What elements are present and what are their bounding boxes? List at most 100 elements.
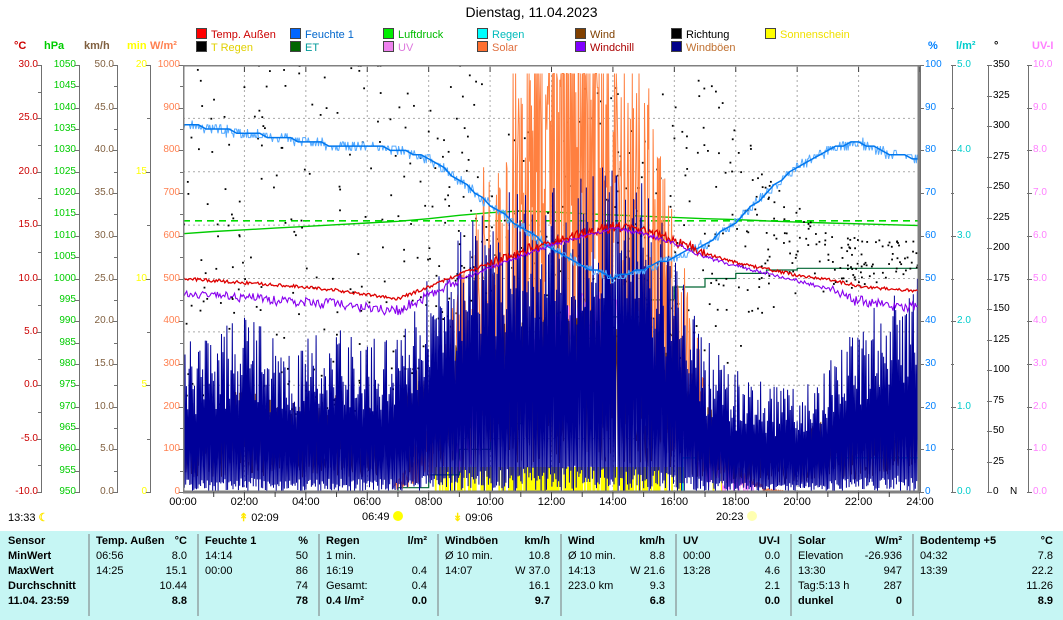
axis-tick [987,462,992,463]
axis-tick-label-hPa: 1040 [39,103,76,113]
axis-tick-label-wind: 30.0 [77,231,114,241]
axis-tick [113,407,118,408]
axis-tick [1027,364,1032,365]
axis-tick-label-hPa: 1035 [39,124,76,134]
astro-time-02-09: ↟02:09 [236,511,279,524]
axis-tick [75,343,80,344]
table-col-name: Wind [568,535,595,548]
axis-tick [987,126,992,127]
sunrise-icon [393,511,403,521]
table-cell-value: 287 [832,580,902,593]
axis-tick-label-hPa: 1020 [39,188,76,198]
table-cell-time: 14:14 [205,550,233,563]
table-cell-value: 4.6 [710,565,780,578]
x-axis-label: 04:00 [286,496,326,508]
axis-tick-label-uv: 7.0 [1033,188,1063,198]
table-cell-time: dunkel [798,595,833,608]
axis-header-uv: UV-I [1032,40,1053,52]
axis-tick-label-wind: 50.0 [77,60,114,70]
axis-tick-label-hPa: 1045 [39,81,76,91]
axis-tick-label-uv: 3.0 [1033,359,1063,369]
astro-time-label: 02:09 [251,512,279,524]
table-separator [197,534,199,616]
axis-tick [113,236,118,237]
axis-tick-label-uv: 8.0 [1033,145,1063,155]
axis-tick [987,65,992,66]
axis-tick [951,65,956,66]
axis-tick-label-dir: 300 [993,121,1027,131]
axis-tick-label-min: 10 [110,274,147,284]
axis-minor-tick [147,332,150,333]
axis-tick-label-dir: 50 [993,426,1027,436]
table-cell-time: 13:28 [683,565,711,578]
table-cell-value: 8.0 [117,550,187,563]
axis-minor-tick [951,279,954,280]
axis-minor-tick [38,92,41,93]
axis-tick-label-wind: 15.0 [77,359,114,369]
axis-minor-tick [114,343,117,344]
axis-tick-label-temp: 25.0 [1,113,38,123]
axis-tick-label-wind: 35.0 [77,188,114,198]
table-separator [912,534,914,616]
axis-tick-label-hPa: 965 [39,423,76,433]
table-col-unit: km/h [605,535,665,548]
axis-tick-label-dir: 175 [993,274,1027,284]
axis-tick [951,150,956,151]
table-col-name: Regen [326,535,360,548]
axis-tick [37,439,42,440]
axis-tick [987,96,992,97]
axis-tick-label-dir: 100 [993,365,1027,375]
x-axis-label: 16:00 [654,496,694,508]
table-row-label: MinWert [8,550,51,563]
axis-header-hum: % [928,40,938,52]
axis-tick [75,385,80,386]
table-separator [437,534,439,616]
axis-tick [1027,492,1032,493]
axis-tick [75,300,80,301]
axis-tick-label-temp: 20.0 [1,167,38,177]
axis-tick-label-dir: 350 [993,60,1027,70]
axis-tick [146,385,151,386]
x-axis-label: 06:00 [347,496,387,508]
table-cell-value: 9.7 [480,595,550,608]
axis-header-wind: km/h [84,40,110,52]
axis-tick-label-hPa: 975 [39,380,76,390]
table-col-unit: l/m² [367,535,427,548]
axis-tick-label-dir: 75 [993,396,1027,406]
axis-minor-tick [38,198,41,199]
axis-tick-label-rain: 1.0 [957,402,991,412]
axis-minor-tick [114,129,117,130]
axis-tick [987,157,992,158]
table-cell-value: W 21.6 [595,565,665,578]
astro-time-13-33: 13:33☾ [8,511,51,524]
axis-tick-label-rain: 4.0 [957,145,991,155]
axis-tick [113,321,118,322]
astro-time-09-06: ↡09:06 [450,511,493,524]
axis-tick [37,118,42,119]
axis-tick-label-uv: 10.0 [1033,60,1063,70]
axis-header-hPa: hPa [44,40,64,52]
axis-minor-tick [147,225,150,226]
table-cell-value: 78 [238,595,308,608]
table-cell-time: 14:13 [568,565,596,578]
axis-tick [113,150,118,151]
axis-tick [1027,65,1032,66]
axis-minor-tick [951,193,954,194]
axis-tick-label-dir: 125 [993,335,1027,345]
axis-tick-label-dir: 225 [993,213,1027,223]
table-row-label: Durchschnitt [8,580,76,593]
moonrise-icon: ↟ [239,512,248,524]
table-cell-time: 00:00 [205,565,233,578]
moon-icon: ☾ [39,512,49,524]
x-axis-label: 22:00 [839,496,879,508]
axis-tick [987,370,992,371]
axis-tick-label-dir: 150 [993,304,1027,314]
axis-minor-tick [114,257,117,258]
axis-tick-label-dir: 325 [993,91,1027,101]
table-separator [88,534,90,616]
axis-tick [987,340,992,341]
axis-tick [987,309,992,310]
axis-tick-label-uv: 9.0 [1033,103,1063,113]
astro-time-06-49: 06:49 [362,511,406,523]
table-col-unit: °C [127,535,187,548]
